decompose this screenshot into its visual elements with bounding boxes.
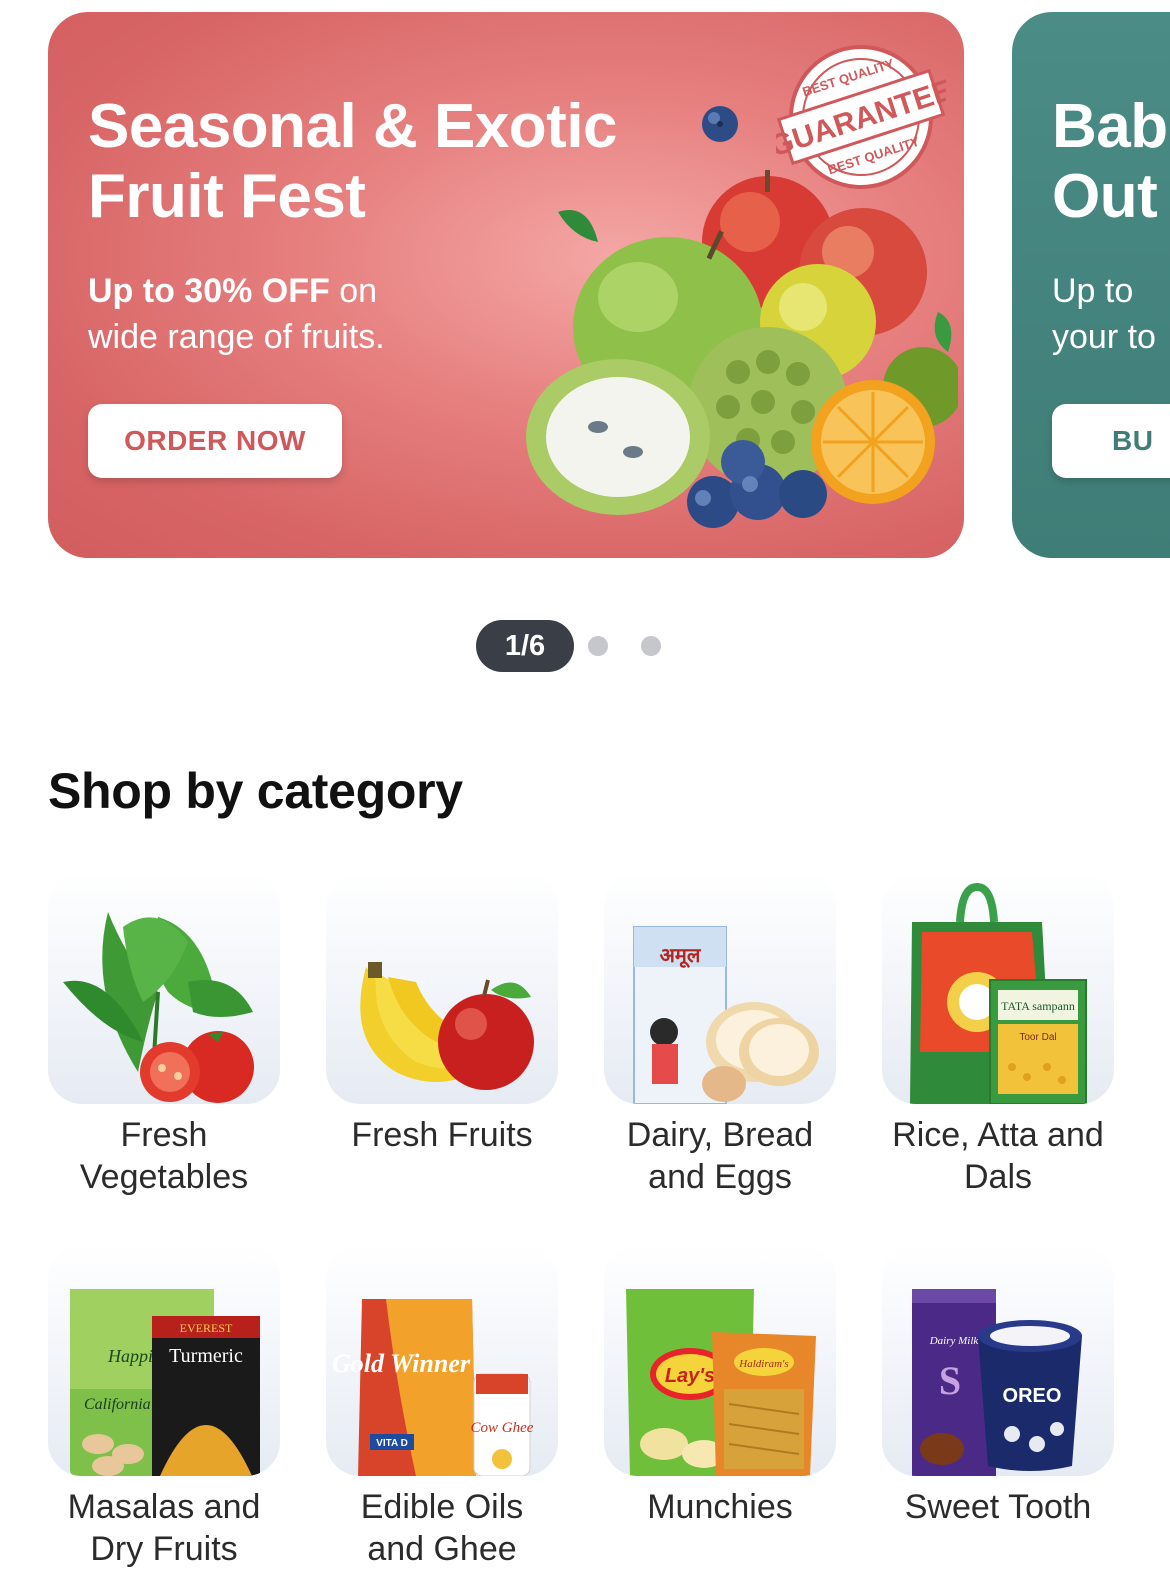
banner-title-2: Bab Out (1052, 92, 1168, 231)
carousel-pager: 1/6 (0, 620, 1170, 672)
fruit-basket-illustration (526, 170, 958, 528)
category-label: Edible Oils and Ghee (360, 1488, 524, 1568)
svg-text:Toor Dal: Toor Dal (1019, 1032, 1056, 1043)
banner-fruit-fest[interactable]: Seasonal & Exotic Fruit Fest Up to 30% O… (48, 12, 964, 558)
svg-text:VITA D: VITA D (376, 1438, 408, 1449)
pager-dot[interactable] (588, 636, 608, 656)
svg-text:EVEREST: EVEREST (180, 1321, 233, 1335)
banner-subtitle: Up to 30% OFF on wide range of fruits. (88, 272, 385, 356)
category-munchies[interactable]: Lay's Haldiram's Munchies (604, 1244, 836, 1528)
banner-2-cta-button[interactable]: BU (1052, 404, 1170, 478)
category-edible-oils-ghee[interactable]: Gold Winner VITA D Cow Ghee Edible Oils a… (326, 1244, 558, 1570)
category-label: Fresh Fruits (351, 1116, 533, 1154)
svg-text:Haldiram's: Haldiram's (738, 1358, 788, 1370)
pager-dot[interactable] (641, 636, 661, 656)
category-dairy-bread-eggs[interactable]: अमूल Dairy, Bread and Eggs (604, 872, 836, 1198)
svg-text:S: S (939, 1358, 961, 1403)
category-label: Rice, Atta and Dals (892, 1116, 1104, 1196)
svg-text:Lay's: Lay's (665, 1365, 715, 1387)
svg-text:TATA sampann: TATA sampann (1001, 999, 1075, 1013)
category-tile[interactable]: अमूल (604, 872, 836, 1104)
sweets-icon: Dairy Milk S OREO (912, 1289, 1082, 1476)
banner-subtitle-2: Up to your to (1052, 272, 1156, 356)
category-tile[interactable]: Dairy Milk S OREO (882, 1244, 1114, 1476)
category-fresh-fruits[interactable]: Fresh Fruits (326, 872, 558, 1156)
fruits-icon (360, 962, 534, 1090)
category-label: Sweet Tooth (904, 1488, 1092, 1526)
category-tile[interactable]: Happi California A EVEREST Turmeric (48, 1244, 280, 1476)
munchies-icon: Lay's Haldiram's (626, 1289, 816, 1476)
svg-text:अमूल: अमूल (660, 943, 702, 968)
category-tile[interactable] (48, 872, 280, 1104)
banner-next-preview[interactable]: Bab Out Up to your to BU (1012, 12, 1170, 558)
oil-ghee-icon: Gold Winner VITA D Cow Ghee (332, 1299, 534, 1476)
category-tile[interactable]: Lay's Haldiram's (604, 1244, 836, 1476)
category-masalas-dry-fruits[interactable]: Happi California A EVEREST Turmeric Masa… (48, 1244, 280, 1570)
svg-text:Happi: Happi (107, 1346, 153, 1366)
dairy-icon: अमूल (633, 926, 819, 1104)
category-label: Munchies (647, 1488, 793, 1526)
vegetables-icon (63, 912, 254, 1103)
svg-text:Dairy Milk: Dairy Milk (929, 1335, 980, 1347)
rice-atta-icon: TATA sampann Toor Dal (910, 882, 1087, 1104)
category-tile[interactable]: TATA sampann Toor Dal (882, 872, 1114, 1104)
category-label: Fresh Vegetables (79, 1116, 249, 1196)
category-fresh-vegetables[interactable]: Fresh Vegetables (48, 872, 280, 1198)
category-label: Masalas and Dry Fruits (67, 1488, 261, 1568)
order-now-button[interactable]: ORDER NOW (88, 404, 342, 478)
home-screen: Seasonal & Exotic Fruit Fest Up to 30% O… (0, 0, 1170, 1593)
svg-text:Turmeric: Turmeric (169, 1345, 243, 1367)
category-rice-atta-dals[interactable]: TATA sampann Toor Dal Rice, Atta and Dals (882, 872, 1114, 1198)
svg-text:Cow Ghee: Cow Ghee (471, 1420, 534, 1436)
category-label: Dairy, Bread and Eggs (626, 1116, 814, 1196)
masala-icon: Happi California A EVEREST Turmeric (70, 1289, 260, 1476)
category-tile[interactable]: Gold Winner VITA D Cow Ghee (326, 1244, 558, 1476)
svg-text:Gold Winner: Gold Winner (332, 1349, 471, 1378)
category-sweet-tooth[interactable]: Dairy Milk S OREO Sweet Tooth (882, 1244, 1114, 1528)
svg-text:OREO: OREO (1003, 1385, 1062, 1407)
section-title: Shop by category (48, 763, 463, 819)
pager-current: 1/6 (476, 620, 574, 672)
category-tile[interactable] (326, 872, 558, 1104)
banner-carousel[interactable]: Seasonal & Exotic Fruit Fest Up to 30% O… (0, 12, 1170, 560)
